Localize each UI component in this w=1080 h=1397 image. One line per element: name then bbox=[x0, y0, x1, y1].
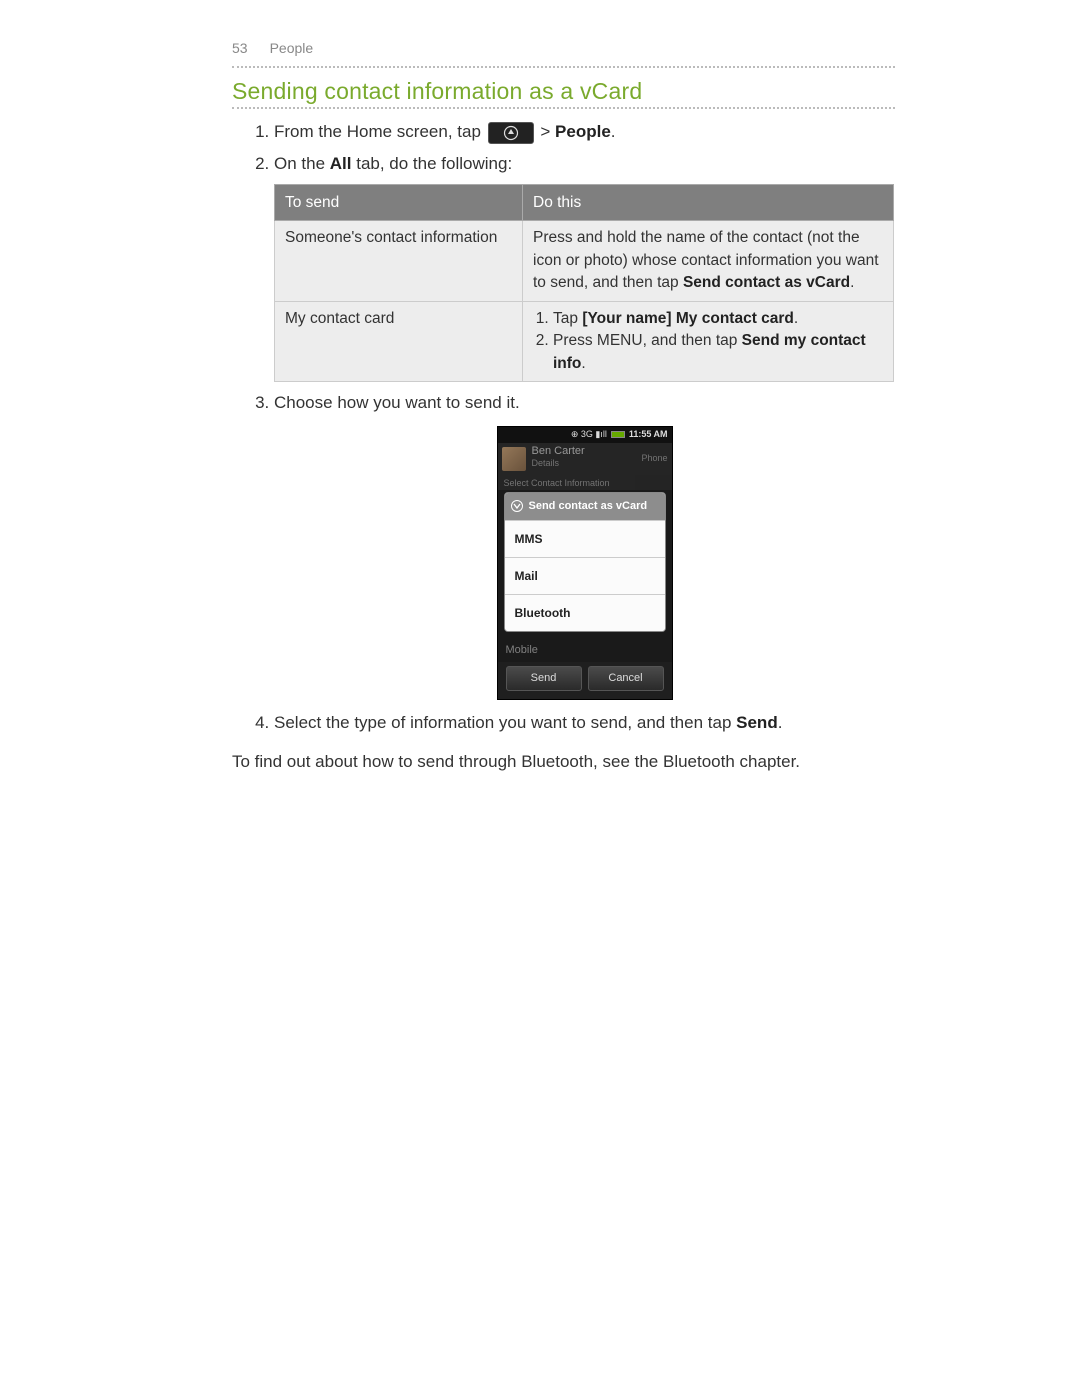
dialog-button-row: Send Cancel bbox=[498, 662, 672, 699]
step-4: Select the type of information you want … bbox=[274, 710, 895, 736]
cell-tosend-0: Someone's contact information bbox=[275, 221, 523, 301]
sub1-bold: [Your name] My contact card bbox=[582, 310, 794, 327]
step-1-bold: People bbox=[555, 122, 611, 141]
field-label-mobile: Mobile bbox=[498, 638, 672, 663]
document-page: 53 People Sending contact information as… bbox=[0, 0, 1080, 815]
step-1-end: . bbox=[611, 122, 616, 141]
phone-type-tag: Phone bbox=[641, 452, 667, 466]
r0-bold: Send contact as vCard bbox=[683, 274, 850, 291]
dialog-title-bar: Send contact as vCard bbox=[505, 493, 665, 520]
page-header: 53 People bbox=[232, 40, 895, 66]
steps-list: From the Home screen, tap > People. On t… bbox=[232, 119, 895, 735]
substep-1: Tap [Your name] My contact card. bbox=[553, 308, 883, 330]
header-divider bbox=[232, 66, 895, 68]
sub1-suffix: . bbox=[794, 310, 798, 327]
status-icons: ⊕ 3G ▮ıll bbox=[571, 428, 607, 442]
step-2-suffix: tab, do the following: bbox=[352, 154, 513, 173]
sub1-prefix: Tap bbox=[553, 310, 582, 327]
contact-sub: Details bbox=[532, 457, 585, 471]
table-row: Someone's contact information Press and … bbox=[275, 221, 894, 301]
dimmed-caption: Select Contact Information bbox=[498, 475, 672, 491]
dialog-option-mail[interactable]: Mail bbox=[505, 557, 665, 594]
th-do-this: Do this bbox=[523, 185, 894, 221]
step-2-prefix: On the bbox=[274, 154, 330, 173]
contact-header: Ben Carter Details Phone bbox=[498, 443, 672, 475]
phone-statusbar: ⊕ 3G ▮ıll 11:55 AM bbox=[498, 427, 672, 443]
phone-mock: ⊕ 3G ▮ıll 11:55 AM Ben Carter Details Ph… bbox=[497, 426, 673, 700]
th-to-send: To send bbox=[275, 185, 523, 221]
step-2: On the All tab, do the following: To sen… bbox=[274, 151, 895, 383]
cell-dothis-0: Press and hold the name of the contact (… bbox=[523, 221, 894, 301]
contact-name-block: Ben Carter Details bbox=[532, 446, 585, 471]
phone-illustration-wrap: ⊕ 3G ▮ıll 11:55 AM Ben Carter Details Ph… bbox=[274, 426, 895, 700]
closing-paragraph: To find out about how to send through Bl… bbox=[232, 749, 895, 775]
cell-tosend-1: My contact card bbox=[275, 301, 523, 381]
send-button[interactable]: Send bbox=[506, 666, 582, 691]
contact-name: Ben Carter bbox=[532, 446, 585, 457]
avatar bbox=[502, 447, 526, 471]
cancel-button[interactable]: Cancel bbox=[588, 666, 664, 691]
sub2-prefix: Press MENU, and then tap bbox=[553, 332, 742, 349]
title-divider bbox=[232, 107, 895, 109]
step-1: From the Home screen, tap > People. bbox=[274, 119, 895, 145]
step-4-suffix: . bbox=[778, 713, 783, 732]
step-2-bold: All bbox=[330, 154, 352, 173]
step-1-prefix: From the Home screen, tap bbox=[274, 122, 486, 141]
cell-dothis-1: Tap [Your name] My contact card. Press M… bbox=[523, 301, 894, 381]
section-title: Sending contact information as a vCard bbox=[232, 78, 895, 105]
substep-2: Press MENU, and then tap Send my contact… bbox=[553, 330, 883, 375]
sub2-suffix: . bbox=[581, 355, 585, 372]
instructions-table: To send Do this Someone's contact inform… bbox=[274, 184, 894, 382]
send-vcard-dialog: Send contact as vCard MMS Mail Bluetooth bbox=[504, 492, 666, 632]
dialog-option-bluetooth[interactable]: Bluetooth bbox=[505, 594, 665, 631]
page-number: 53 bbox=[232, 40, 248, 56]
step-1-sep: > bbox=[540, 122, 555, 141]
clock-label: 11:55 AM bbox=[629, 428, 668, 442]
breadcrumb-section: People bbox=[270, 40, 314, 56]
battery-icon bbox=[611, 431, 625, 438]
step-4-prefix: Select the type of information you want … bbox=[274, 713, 736, 732]
dialog-title-text: Send contact as vCard bbox=[529, 498, 648, 515]
apps-launcher-icon bbox=[488, 122, 534, 144]
r0-suffix: . bbox=[850, 274, 854, 291]
chevron-down-icon bbox=[511, 500, 523, 512]
substeps-list: Tap [Your name] My contact card. Press M… bbox=[533, 308, 883, 375]
dialog-option-mms[interactable]: MMS bbox=[505, 520, 665, 557]
table-row: My contact card Tap [Your name] My conta… bbox=[275, 301, 894, 381]
step-4-bold: Send bbox=[736, 713, 778, 732]
step-3: Choose how you want to send it. bbox=[274, 390, 895, 416]
